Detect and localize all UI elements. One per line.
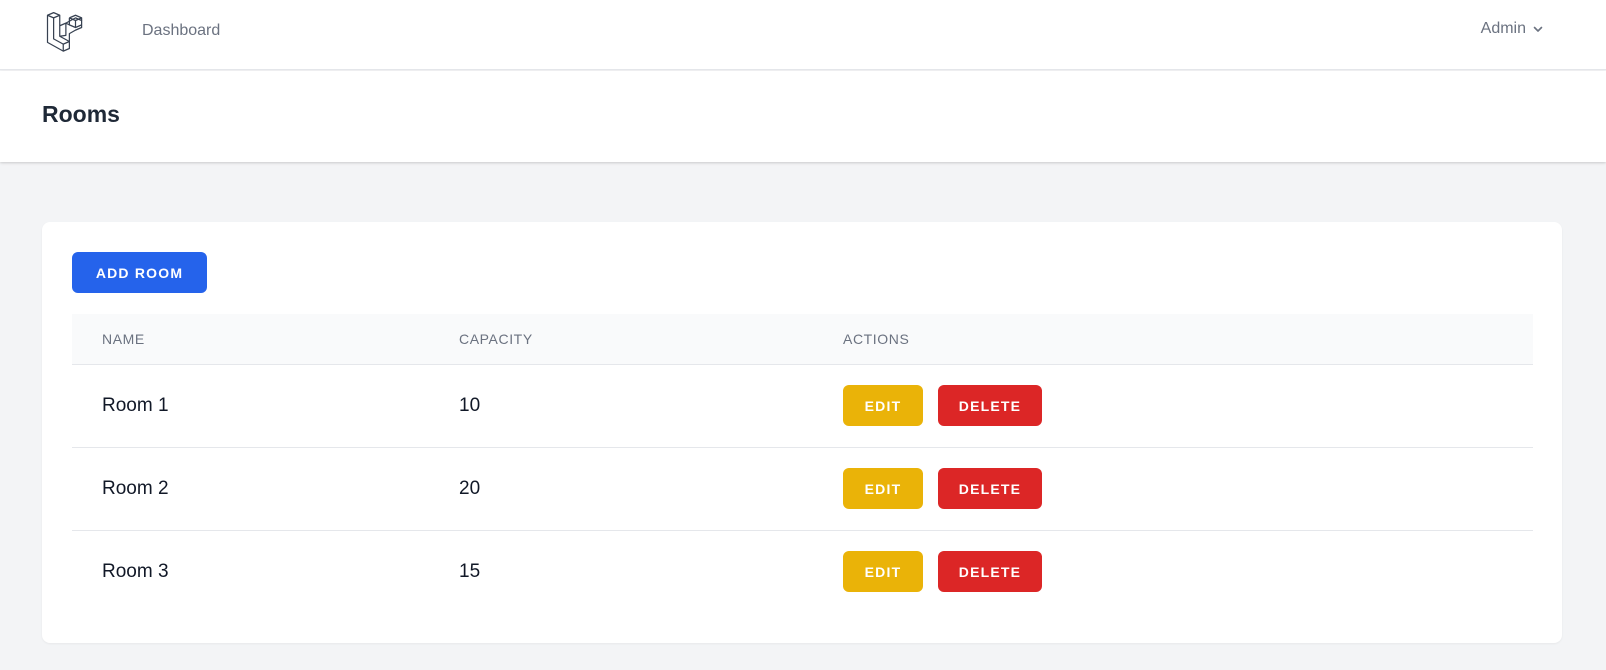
add-room-button[interactable]: ADD ROOM bbox=[72, 252, 207, 293]
chevron-down-icon bbox=[1533, 26, 1543, 32]
page-header: Rooms bbox=[0, 71, 1606, 162]
edit-button[interactable]: EDIT bbox=[843, 468, 923, 509]
rooms-card: ADD ROOM NAME CAPACITY ACTIONS Room 1 10… bbox=[42, 222, 1562, 643]
nav-link-dashboard[interactable]: Dashboard bbox=[142, 22, 220, 40]
row-actions: EDIT DELETE bbox=[843, 447, 1533, 530]
user-menu[interactable]: Admin bbox=[1481, 20, 1544, 38]
room-name: Room 2 bbox=[102, 477, 169, 499]
table-row: Room 2 20 EDIT DELETE bbox=[72, 447, 1533, 530]
room-capacity: 10 bbox=[459, 394, 481, 416]
column-header-capacity: CAPACITY bbox=[459, 330, 533, 347]
room-name: Room 3 bbox=[102, 560, 169, 582]
table-header-row: NAME CAPACITY ACTIONS bbox=[72, 314, 1533, 364]
column-header-name: NAME bbox=[102, 330, 145, 347]
row-actions: EDIT DELETE bbox=[843, 364, 1533, 447]
edit-button[interactable]: EDIT bbox=[843, 385, 923, 426]
table-row: Room 1 10 EDIT DELETE bbox=[72, 364, 1533, 447]
delete-button[interactable]: DELETE bbox=[938, 468, 1042, 509]
delete-button[interactable]: DELETE bbox=[938, 385, 1042, 426]
table-row: Room 3 15 EDIT DELETE bbox=[72, 530, 1533, 613]
delete-button[interactable]: DELETE bbox=[938, 551, 1042, 593]
row-actions: EDIT DELETE bbox=[843, 530, 1533, 613]
room-name: Room 1 bbox=[102, 394, 169, 416]
edit-button[interactable]: EDIT bbox=[843, 551, 923, 593]
laravel-logo-icon[interactable] bbox=[44, 10, 86, 52]
page-title: Rooms bbox=[42, 101, 120, 127]
rooms-table: NAME CAPACITY ACTIONS Room 1 10 EDIT DEL… bbox=[72, 314, 1533, 613]
room-capacity: 15 bbox=[459, 560, 481, 582]
user-name: Admin bbox=[1480, 20, 1526, 37]
column-header-actions: ACTIONS bbox=[843, 330, 910, 347]
top-navigation: Dashboard Admin bbox=[0, 0, 1606, 70]
room-capacity: 20 bbox=[459, 477, 481, 499]
